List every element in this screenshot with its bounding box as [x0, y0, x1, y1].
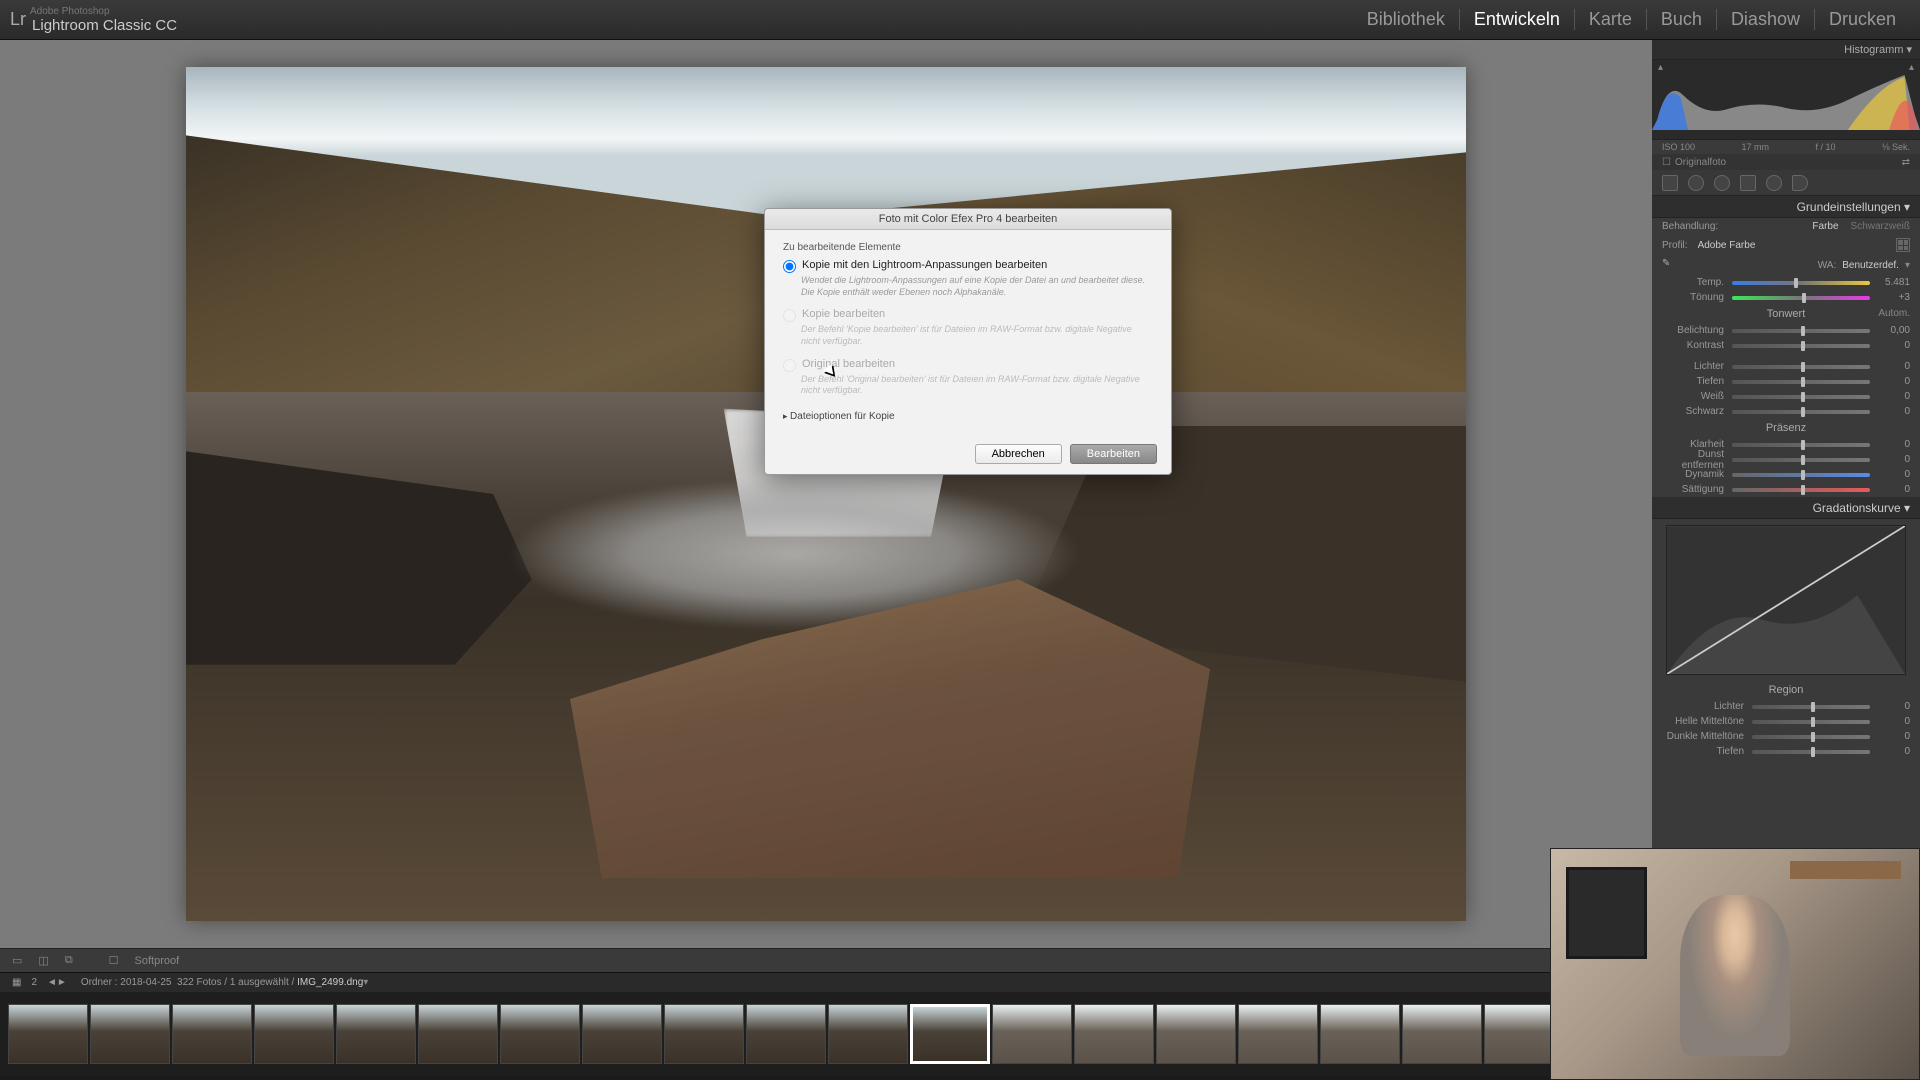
dialog-title: Foto mit Color Efex Pro 4 bearbeiten	[765, 209, 1171, 230]
gradient-tool-icon[interactable]	[1740, 175, 1756, 191]
app-logo: Lr Adobe Photoshop Lightroom Classic CC	[10, 6, 177, 34]
thumbnail[interactable]	[1238, 1004, 1318, 1064]
thumbnail[interactable]	[254, 1004, 334, 1064]
opt2-description: Der Befehl 'Kopie bearbeiten' ist für Da…	[801, 324, 1153, 347]
nav-back-icon[interactable]: ◄	[47, 977, 57, 988]
grid-icon[interactable]: ▦	[12, 977, 21, 988]
brand-line2: Lightroom Classic CC	[32, 17, 177, 34]
module-develop[interactable]: Entwickeln	[1460, 9, 1575, 30]
basic-panel-header[interactable]: Grundeinstellungen ▾	[1652, 196, 1920, 218]
treatment-row: Behandlung: Farbe Schwarzweiß	[1652, 218, 1920, 235]
eyedropper-icon[interactable]: ✎	[1662, 258, 1676, 272]
opt3-description: Der Befehl 'Original bearbeiten' ist für…	[801, 374, 1153, 397]
redeye-tool-icon[interactable]	[1714, 175, 1730, 191]
crop-tool-icon[interactable]	[1662, 175, 1678, 191]
thumbnail[interactable]	[664, 1004, 744, 1064]
edit-button[interactable]: Bearbeiten	[1070, 444, 1157, 464]
dehaze-slider[interactable]	[1732, 458, 1870, 462]
histogram-info: ISO 10017 mm f / 10⅛ Sek.	[1652, 140, 1920, 154]
option-copy: Kopie bearbeiten	[783, 308, 1153, 322]
tool-strip	[1652, 170, 1920, 196]
curve-panel-header[interactable]: Gradationskurve ▾	[1652, 497, 1920, 519]
opt1-description: Wendet die Lightroom-Anpassungen auf ein…	[801, 275, 1153, 298]
module-map[interactable]: Karte	[1575, 9, 1647, 30]
thumbnail[interactable]	[90, 1004, 170, 1064]
thumbnail[interactable]	[746, 1004, 826, 1064]
thumbnail[interactable]	[1074, 1004, 1154, 1064]
highlights-slider[interactable]	[1732, 365, 1870, 369]
auto-button[interactable]: Autom.	[1878, 308, 1910, 319]
thumbnail[interactable]	[992, 1004, 1072, 1064]
histogram-header[interactable]: Histogramm ▾	[1652, 40, 1920, 60]
thumbnail[interactable]	[172, 1004, 252, 1064]
module-slideshow[interactable]: Diashow	[1717, 9, 1815, 30]
second-window-icon[interactable]: 2	[31, 977, 37, 988]
profile-row: Profil: Adobe Farbe	[1652, 235, 1920, 255]
current-file[interactable]: IMG_2499.dng	[297, 977, 363, 988]
thumbnail[interactable]	[8, 1004, 88, 1064]
thumbnail[interactable]	[336, 1004, 416, 1064]
nav-fwd-icon[interactable]: ►	[57, 977, 67, 988]
histogram[interactable]: ▴ ▴	[1652, 60, 1920, 140]
thumbnail[interactable]	[828, 1004, 908, 1064]
radio-opt3	[783, 359, 796, 372]
tone-curve[interactable]	[1666, 525, 1906, 675]
original-photo-row[interactable]: ☐Originalfoto⇄	[1652, 154, 1920, 170]
softproof-toggle[interactable]: Softproof	[135, 955, 180, 967]
thumbnail[interactable]	[582, 1004, 662, 1064]
vibrance-slider[interactable]	[1732, 473, 1870, 477]
curve-darks-slider[interactable]	[1752, 735, 1870, 739]
compare-view-icon[interactable]: ◫	[38, 954, 48, 967]
before-after-icon[interactable]: ⧉	[65, 954, 73, 967]
curve-lights-slider[interactable]	[1752, 720, 1870, 724]
top-bar: Lr Adobe Photoshop Lightroom Classic CC …	[0, 0, 1920, 40]
radio-opt1[interactable]	[783, 260, 796, 273]
curve-highlights-slider[interactable]	[1752, 705, 1870, 709]
canvas-area	[0, 40, 1652, 948]
tint-slider[interactable]	[1732, 296, 1870, 300]
edit-in-dialog: Foto mit Color Efex Pro 4 bearbeiten Zu …	[764, 208, 1172, 475]
thumbnail[interactable]	[1402, 1004, 1482, 1064]
cancel-button[interactable]: Abbrechen	[975, 444, 1062, 464]
thumbnail[interactable]	[1320, 1004, 1400, 1064]
exposure-slider[interactable]	[1732, 329, 1870, 333]
module-book[interactable]: Buch	[1647, 9, 1717, 30]
wb-row: ✎ WA: Benutzerdef.▾	[1652, 255, 1920, 275]
blacks-slider[interactable]	[1732, 410, 1870, 414]
file-options-disclosure[interactable]: Dateioptionen für Kopie	[783, 407, 1153, 426]
wb-select[interactable]: Benutzerdef.	[1842, 260, 1899, 271]
clarity-slider[interactable]	[1732, 443, 1870, 447]
brand-line1: Adobe Photoshop	[30, 6, 177, 17]
photo-preview[interactable]	[186, 67, 1466, 921]
loupe-view-icon[interactable]: ▭	[12, 954, 22, 967]
shadows-slider[interactable]	[1732, 380, 1870, 384]
develop-panel: Histogramm ▾ ▴ ▴ ISO 10017 mm f / 10⅛ Se…	[1652, 40, 1920, 948]
whites-slider[interactable]	[1732, 395, 1870, 399]
contrast-slider[interactable]	[1732, 344, 1870, 348]
radial-tool-icon[interactable]	[1766, 175, 1782, 191]
curve-shadows-slider[interactable]	[1752, 750, 1870, 754]
thumbnail[interactable]	[500, 1004, 580, 1064]
thumbnail-selected[interactable]	[910, 1004, 990, 1064]
radio-opt2	[783, 309, 796, 322]
webcam-overlay	[1550, 848, 1920, 1080]
profile-browser-icon[interactable]	[1896, 238, 1910, 252]
profile-select[interactable]: Adobe Farbe	[1698, 240, 1756, 251]
spot-tool-icon[interactable]	[1688, 175, 1704, 191]
option-original: Original bearbeiten	[783, 358, 1153, 372]
treatment-color[interactable]: Farbe	[1812, 221, 1838, 232]
module-library[interactable]: Bibliothek	[1353, 9, 1460, 30]
temp-slider[interactable]	[1732, 281, 1870, 285]
treatment-bw[interactable]: Schwarzweiß	[1851, 221, 1910, 232]
thumbnail[interactable]	[418, 1004, 498, 1064]
dialog-section-label: Zu bearbeitende Elemente	[783, 242, 1153, 253]
option-copy-with-adjustments[interactable]: Kopie mit den Lightroom-Anpassungen bear…	[783, 259, 1153, 273]
thumbnail[interactable]	[1156, 1004, 1236, 1064]
module-picker: Bibliothek Entwickeln Karte Buch Diashow…	[1353, 9, 1910, 30]
brush-tool-icon[interactable]	[1792, 175, 1808, 191]
saturation-slider[interactable]	[1732, 488, 1870, 492]
lr-icon: Lr	[10, 9, 26, 30]
module-print[interactable]: Drucken	[1815, 9, 1910, 30]
